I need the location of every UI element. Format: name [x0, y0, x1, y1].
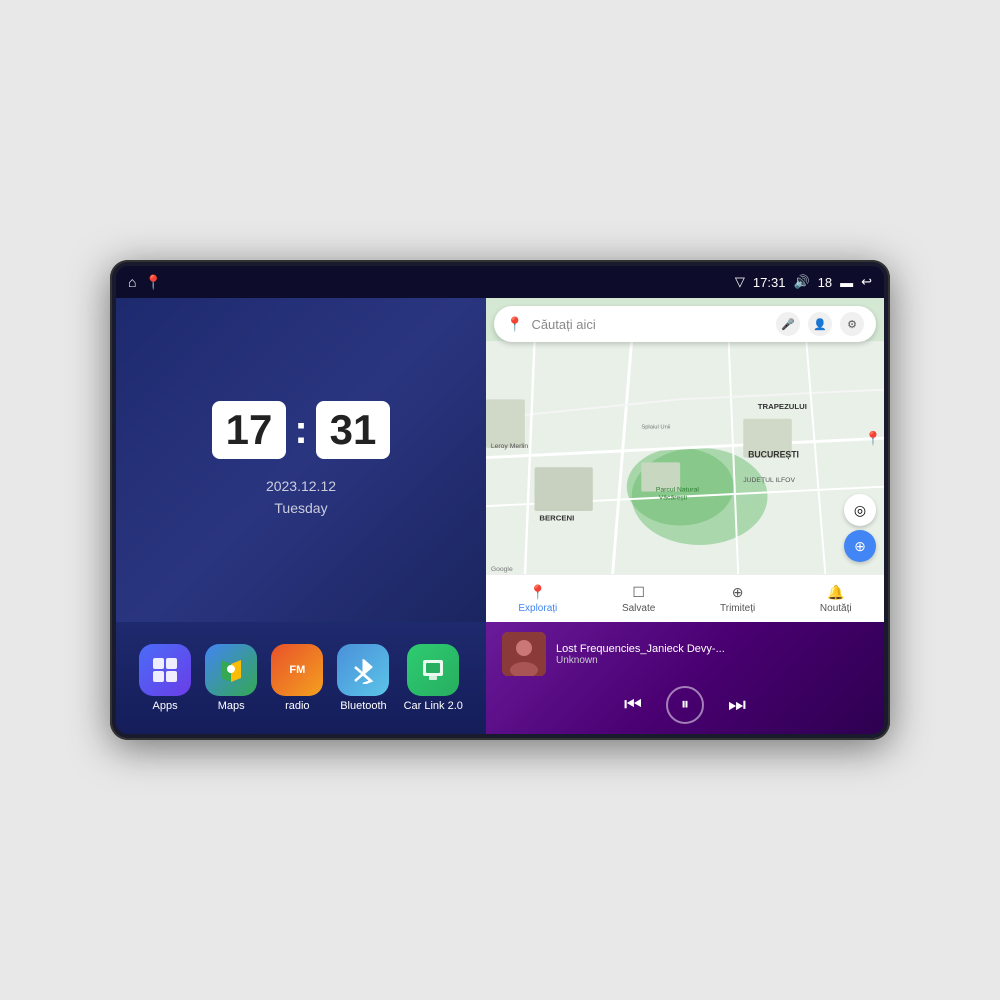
- clock-hour: 17: [212, 401, 287, 459]
- maps-quick-icon[interactable]: 📍: [144, 274, 161, 291]
- map-explore-tab[interactable]: 📍 Explorați: [518, 584, 557, 614]
- svg-text:Leroy Merlin: Leroy Merlin: [491, 443, 529, 450]
- battery-icon: ▬: [840, 275, 853, 290]
- map-bottom-bar: 📍 Explorați ☐ Salvate ⊕ Trimiteți 🔔 Nout…: [486, 574, 884, 622]
- play-pause-button[interactable]: ⏸: [666, 686, 704, 724]
- apps-icon: [139, 644, 191, 696]
- next-button[interactable]: ⏭: [724, 690, 750, 721]
- map-pin-icon: 📍: [506, 316, 523, 333]
- svg-text:BUCUREȘTI: BUCUREȘTI: [748, 450, 799, 460]
- saved-label: Salvate: [622, 603, 655, 614]
- map-saved-tab[interactable]: ☐ Salvate: [622, 584, 655, 614]
- volume-icon: 🔊: [793, 274, 809, 290]
- bluetooth-label: Bluetooth: [340, 700, 386, 712]
- back-icon[interactable]: ↩: [861, 274, 872, 290]
- status-bar: ⌂ 📍 ▽ 17:31 🔊 18 ▬ ↩: [116, 266, 884, 298]
- status-right: ▽ 17:31 🔊 18 ▬ ↩: [735, 274, 872, 290]
- news-label: Noutăți: [820, 603, 852, 614]
- svg-text:Google: Google: [491, 566, 513, 573]
- media-info: Lost Frequencies_Janieck Devy-... Unknow…: [502, 632, 868, 676]
- svg-text:BERCENI: BERCENI: [539, 514, 574, 523]
- clock-display: 17 : 31: [212, 401, 391, 459]
- saved-icon: ☐: [632, 584, 645, 601]
- battery-level: 18: [818, 275, 832, 290]
- apps-bar: Apps Maps FM radio: [116, 622, 486, 734]
- send-label: Trimiteți: [720, 603, 755, 614]
- app-carlink[interactable]: Car Link 2.0: [404, 644, 463, 712]
- map-send-tab[interactable]: ⊕ Trimiteți: [720, 584, 755, 614]
- maps-icon: [205, 644, 257, 696]
- compass-button[interactable]: ◎: [844, 494, 876, 526]
- clock-colon: :: [294, 410, 307, 450]
- location-button[interactable]: ⊕: [844, 530, 876, 562]
- media-thumbnail: [502, 632, 546, 676]
- settings-icon[interactable]: ⚙: [840, 312, 864, 336]
- map-compass-area: ◎ ⊕: [844, 494, 876, 562]
- svg-text:Văcărești: Văcărești: [659, 494, 688, 501]
- app-apps[interactable]: Apps: [139, 644, 191, 712]
- explore-icon: 📍: [529, 584, 546, 601]
- main-content: 17 : 31 2023.12.12 Tuesday: [116, 298, 884, 734]
- map-search-actions: 🎤 👤 ⚙: [776, 312, 864, 336]
- send-icon: ⊕: [732, 584, 744, 601]
- app-radio[interactable]: FM radio: [271, 644, 323, 712]
- app-maps[interactable]: Maps: [205, 644, 257, 712]
- carlink-icon: [407, 644, 459, 696]
- prev-button[interactable]: ⏮: [620, 690, 646, 721]
- news-icon: 🔔: [827, 584, 844, 601]
- map-panel[interactable]: TRAPEZULUI BUCUREȘTI JUDEȚUL ILFOV BERCE…: [486, 298, 884, 622]
- signal-icon: ▽: [735, 274, 745, 290]
- map-search-placeholder[interactable]: Căutați aici: [531, 317, 768, 332]
- apps-label: Apps: [153, 700, 178, 712]
- media-text: Lost Frequencies_Janieck Devy-... Unknow…: [556, 643, 868, 666]
- status-left: ⌂ 📍: [128, 274, 162, 291]
- screen: ⌂ 📍 ▽ 17:31 🔊 18 ▬ ↩ 17 : 31: [116, 266, 884, 734]
- map-search-bar[interactable]: 📍 Căutați aici 🎤 👤 ⚙: [494, 306, 876, 342]
- svg-text:Parcul Natural: Parcul Natural: [656, 487, 699, 494]
- svg-text:Splaiul Unii: Splaiul Unii: [641, 424, 670, 430]
- svg-text:TRAPEZULUI: TRAPEZULUI: [758, 402, 807, 411]
- media-controls: ⏮ ⏸ ⏭: [502, 686, 868, 724]
- car-head-unit: ⌂ 📍 ▽ 17:31 🔊 18 ▬ ↩ 17 : 31: [110, 260, 890, 740]
- bluetooth-icon: [337, 644, 389, 696]
- radio-label: radio: [285, 700, 309, 712]
- app-bluetooth[interactable]: Bluetooth: [337, 644, 389, 712]
- svg-text:📍: 📍: [865, 430, 882, 446]
- media-artist: Unknown: [556, 655, 868, 666]
- account-icon[interactable]: 👤: [808, 312, 832, 336]
- clock-minute: 31: [316, 401, 391, 459]
- map-news-tab[interactable]: 🔔 Noutăți: [820, 584, 852, 614]
- carlink-label: Car Link 2.0: [404, 700, 463, 712]
- home-icon[interactable]: ⌂: [128, 274, 136, 290]
- explore-label: Explorați: [518, 603, 557, 614]
- mic-icon[interactable]: 🎤: [776, 312, 800, 336]
- media-panel: Lost Frequencies_Janieck Devy-... Unknow…: [486, 622, 884, 734]
- clock-panel: 17 : 31 2023.12.12 Tuesday: [116, 298, 486, 622]
- media-thumb-image: [502, 632, 546, 676]
- radio-icon: FM: [271, 644, 323, 696]
- status-time: 17:31: [753, 275, 786, 290]
- clock-date: 2023.12.12 Tuesday: [266, 475, 336, 520]
- maps-label: Maps: [218, 700, 245, 712]
- svg-text:JUDEȚUL ILFOV: JUDEȚUL ILFOV: [743, 477, 795, 484]
- media-title: Lost Frequencies_Janieck Devy-...: [556, 643, 868, 655]
